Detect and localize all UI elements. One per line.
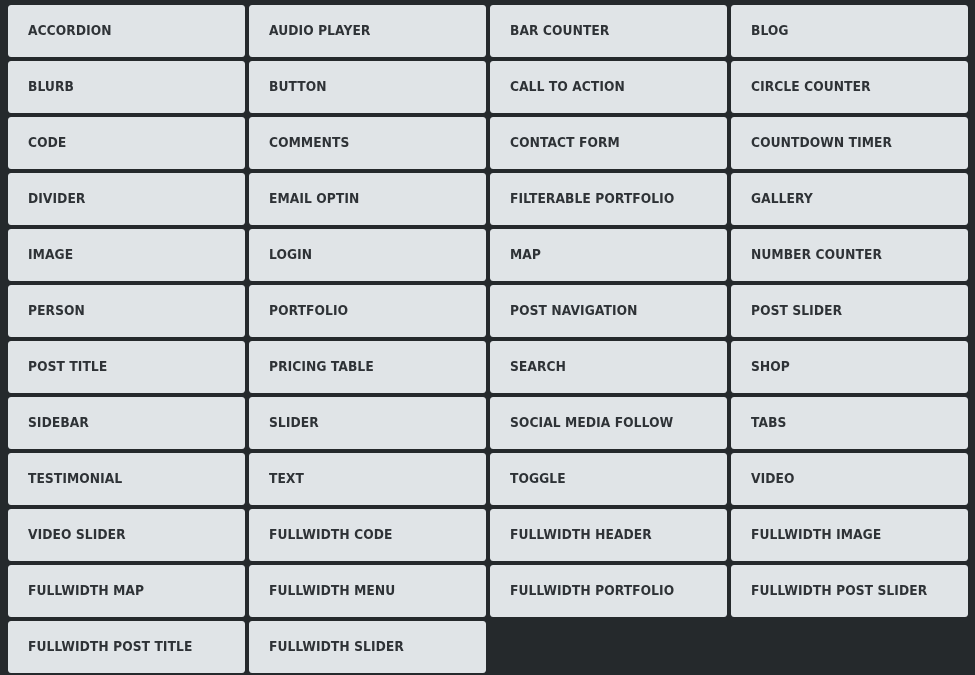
module-tile-number-counter[interactable]: NUMBER COUNTER [731, 229, 968, 281]
module-grid: ACCORDION AUDIO PLAYER BAR COUNTER BLOG BLUR… [8, 5, 968, 673]
module-label: NUMBER COUNTER [751, 247, 883, 263]
module-label: PORTFOLIO [269, 303, 349, 319]
module-tile-circle-counter[interactable]: CIRCLE COUNTER [731, 61, 968, 113]
module-tile-call-to-action[interactable]: CALL TO ACTION [490, 61, 727, 113]
module-label: BUTTON [269, 79, 327, 95]
module-label: SOCIAL MEDIA FOLLOW [510, 415, 674, 431]
module-tile-accordion[interactable]: ACCORDION [8, 5, 245, 57]
module-label: AUDIO PLAYER [269, 23, 371, 39]
module-tile-map[interactable]: MAP [490, 229, 727, 281]
module-label: COMMENTS [269, 135, 350, 151]
module-tile-button[interactable]: BUTTON [249, 61, 486, 113]
module-tile-fullwidth-header[interactable]: FULLWIDTH HEADER [490, 509, 727, 561]
module-label: BLURB [28, 79, 74, 95]
module-tile-fullwidth-map[interactable]: FULLWIDTH MAP [8, 565, 245, 617]
module-tile-shop[interactable]: SHOP [731, 341, 968, 393]
module-tile-post-navigation[interactable]: POST NAVIGATION [490, 285, 727, 337]
module-tile-comments[interactable]: COMMENTS [249, 117, 486, 169]
module-tile-toggle[interactable]: TOGGLE [490, 453, 727, 505]
module-label: POST TITLE [28, 359, 108, 375]
module-label: FULLWIDTH MENU [269, 583, 396, 599]
module-label: SLIDER [269, 415, 319, 431]
module-tile-fullwidth-menu[interactable]: FULLWIDTH MENU [249, 565, 486, 617]
module-tile-tabs[interactable]: TABS [731, 397, 968, 449]
module-tile-gallery[interactable]: GALLERY [731, 173, 968, 225]
module-label: IMAGE [28, 247, 74, 263]
module-label: BAR COUNTER [510, 23, 610, 39]
module-tile-video-slider[interactable]: VIDEO SLIDER [8, 509, 245, 561]
module-tile-countdown-timer[interactable]: COUNTDOWN TIMER [731, 117, 968, 169]
module-tile-slider[interactable]: SLIDER [249, 397, 486, 449]
module-label: DIVIDER [28, 191, 86, 207]
module-label: ACCORDION [28, 23, 112, 39]
module-tile-divider[interactable]: DIVIDER [8, 173, 245, 225]
module-label: CONTACT FORM [510, 135, 620, 151]
module-label: MAP [510, 247, 541, 263]
module-label: VIDEO [751, 471, 795, 487]
module-label: FULLWIDTH POST SLIDER [751, 583, 928, 599]
module-tile-fullwidth-slider[interactable]: FULLWIDTH SLIDER [249, 621, 486, 673]
module-label: SHOP [751, 359, 790, 375]
module-label: POST SLIDER [751, 303, 843, 319]
module-tile-portfolio[interactable]: PORTFOLIO [249, 285, 486, 337]
module-tile-audio-player[interactable]: AUDIO PLAYER [249, 5, 486, 57]
module-label: TABS [751, 415, 787, 431]
module-tile-blog[interactable]: BLOG [731, 5, 968, 57]
module-tile-sidebar[interactable]: SIDEBAR [8, 397, 245, 449]
module-label: TEXT [269, 471, 304, 487]
module-label: PRICING TABLE [269, 359, 374, 375]
module-label: FULLWIDTH POST TITLE [28, 639, 193, 655]
module-tile-blurb[interactable]: BLURB [8, 61, 245, 113]
module-label: PERSON [28, 303, 85, 319]
module-label: FULLWIDTH IMAGE [751, 527, 882, 543]
module-tile-text[interactable]: TEXT [249, 453, 486, 505]
module-tile-bar-counter[interactable]: BAR COUNTER [490, 5, 727, 57]
module-tile-email-optin[interactable]: EMAIL OPTIN [249, 173, 486, 225]
module-tile-filterable-portfolio[interactable]: FILTERABLE PORTFOLIO [490, 173, 727, 225]
module-label: VIDEO SLIDER [28, 527, 126, 543]
module-label: FULLWIDTH SLIDER [269, 639, 404, 655]
module-label: TESTIMONIAL [28, 471, 123, 487]
module-tile-fullwidth-portfolio[interactable]: FULLWIDTH PORTFOLIO [490, 565, 727, 617]
module-label: CODE [28, 135, 67, 151]
module-label: TOGGLE [510, 471, 566, 487]
module-label: COUNTDOWN TIMER [751, 135, 893, 151]
module-label: FILTERABLE PORTFOLIO [510, 191, 675, 207]
module-tile-post-title[interactable]: POST TITLE [8, 341, 245, 393]
module-tile-testimonial[interactable]: TESTIMONIAL [8, 453, 245, 505]
module-tile-fullwidth-code[interactable]: FULLWIDTH CODE [249, 509, 486, 561]
module-label: SEARCH [510, 359, 566, 375]
module-label: FULLWIDTH HEADER [510, 527, 652, 543]
module-label: POST NAVIGATION [510, 303, 638, 319]
module-label: LOGIN [269, 247, 313, 263]
module-label: BLOG [751, 23, 789, 39]
module-label: CIRCLE COUNTER [751, 79, 871, 95]
module-label: FULLWIDTH CODE [269, 527, 393, 543]
module-label: FULLWIDTH PORTFOLIO [510, 583, 675, 599]
module-tile-video[interactable]: VIDEO [731, 453, 968, 505]
module-tile-social-media-follow[interactable]: SOCIAL MEDIA FOLLOW [490, 397, 727, 449]
module-tile-fullwidth-post-title[interactable]: FULLWIDTH POST TITLE [8, 621, 245, 673]
module-tile-fullwidth-post-slider[interactable]: FULLWIDTH POST SLIDER [731, 565, 968, 617]
module-tile-search[interactable]: SEARCH [490, 341, 727, 393]
module-label: CALL TO ACTION [510, 79, 625, 95]
module-tile-contact-form[interactable]: CONTACT FORM [490, 117, 727, 169]
module-label: SIDEBAR [28, 415, 89, 431]
module-tile-person[interactable]: PERSON [8, 285, 245, 337]
module-tile-post-slider[interactable]: POST SLIDER [731, 285, 968, 337]
module-tile-image[interactable]: IMAGE [8, 229, 245, 281]
module-tile-login[interactable]: LOGIN [249, 229, 486, 281]
module-label: FULLWIDTH MAP [28, 583, 145, 599]
module-tile-code[interactable]: CODE [8, 117, 245, 169]
module-label: EMAIL OPTIN [269, 191, 360, 207]
module-tile-pricing-table[interactable]: PRICING TABLE [249, 341, 486, 393]
module-tile-fullwidth-image[interactable]: FULLWIDTH IMAGE [731, 509, 968, 561]
module-label: GALLERY [751, 191, 813, 207]
